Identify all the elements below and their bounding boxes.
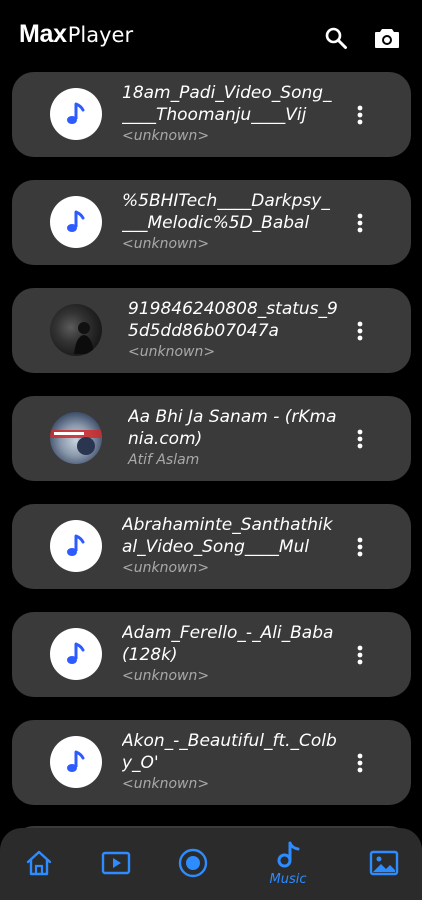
song-thumbnail (50, 88, 102, 140)
song-artist: <unknown> (122, 236, 210, 252)
song-title: 18am_Padi_Video_Song_____Thoomanju____Vi… (122, 83, 332, 125)
song-item[interactable]: Abrahaminte_Santhathikal_Video_Song____M… (12, 504, 411, 589)
song-title: 919846240808_status_95d5dd86b07047a (128, 299, 338, 341)
more-vert-icon (357, 753, 363, 773)
song-title: %5BHITech____Darkpsy____Melodic%5D_Babal (122, 191, 330, 233)
song-artist: <unknown> (128, 344, 216, 360)
music-note-icon (67, 750, 85, 772)
song-artist: Atif Aslam (128, 452, 200, 468)
song-artist: <unknown> (122, 668, 210, 684)
more-vert-icon (357, 321, 363, 341)
song-item[interactable]: Akon_-_Beautiful_ft._Colby_O' <unknown> (12, 720, 411, 805)
music-note-icon (67, 210, 85, 232)
bottom-navigation: Music (0, 828, 422, 900)
song-item[interactable]: %5BHITech____Darkpsy____Melodic%5D_Babal… (12, 180, 411, 265)
nav-music-label: Music (269, 872, 307, 887)
music-icon (277, 841, 300, 868)
music-note-icon (67, 534, 85, 556)
nav-record[interactable] (163, 828, 223, 900)
more-options-button[interactable] (350, 533, 370, 561)
song-artist: <unknown> (122, 128, 210, 144)
song-list: 18am_Padi_Video_Song_____Thoomanju____Vi… (0, 0, 422, 900)
song-thumbnail (50, 520, 102, 572)
image-icon (369, 850, 399, 876)
song-title: Akon_-_Beautiful_ft._Colby_O' (122, 731, 337, 773)
more-options-button[interactable] (350, 317, 370, 345)
video-icon (101, 851, 131, 875)
home-icon (26, 850, 52, 876)
more-options-button[interactable] (350, 101, 370, 129)
record-icon (178, 848, 208, 878)
more-vert-icon (357, 105, 363, 125)
song-artist: <unknown> (122, 560, 210, 576)
nav-music[interactable]: Music (258, 828, 318, 900)
song-item[interactable]: Adam_Ferello_-_Ali_Baba(128k) <unknown> (12, 612, 411, 697)
more-vert-icon (357, 429, 363, 449)
song-artist: <unknown> (122, 776, 210, 792)
more-vert-icon (357, 537, 363, 557)
song-album-art (50, 412, 102, 464)
song-thumbnail (50, 736, 102, 788)
more-options-button[interactable] (350, 641, 370, 669)
nav-video[interactable] (86, 828, 146, 900)
song-thumbnail-photo (50, 304, 102, 356)
song-item[interactable]: 18am_Padi_Video_Song_____Thoomanju____Vi… (12, 72, 411, 157)
song-title: Aa Bhi Ja Sanam - (rKmania.com) (128, 407, 337, 449)
nav-gallery[interactable] (354, 828, 414, 900)
more-vert-icon (357, 645, 363, 665)
song-title: Abrahaminte_Santhathikal_Video_Song____M… (122, 515, 333, 557)
music-note-icon (67, 642, 85, 664)
more-options-button[interactable] (350, 749, 370, 777)
song-item[interactable]: Aa Bhi Ja Sanam - (rKmania.com) Atif Asl… (12, 396, 411, 481)
song-thumbnail (50, 628, 102, 680)
more-options-button[interactable] (350, 425, 370, 453)
music-note-icon (67, 102, 85, 124)
nav-home[interactable] (9, 828, 69, 900)
song-thumbnail (50, 196, 102, 248)
album-art-graphic (50, 430, 102, 455)
song-item[interactable]: 919846240808_status_95d5dd86b07047a <unk… (12, 288, 411, 373)
more-vert-icon (357, 213, 363, 233)
more-options-button[interactable] (350, 209, 370, 237)
song-title: Adam_Ferello_-_Ali_Baba(128k) (122, 623, 334, 665)
person-silhouette (74, 322, 94, 354)
